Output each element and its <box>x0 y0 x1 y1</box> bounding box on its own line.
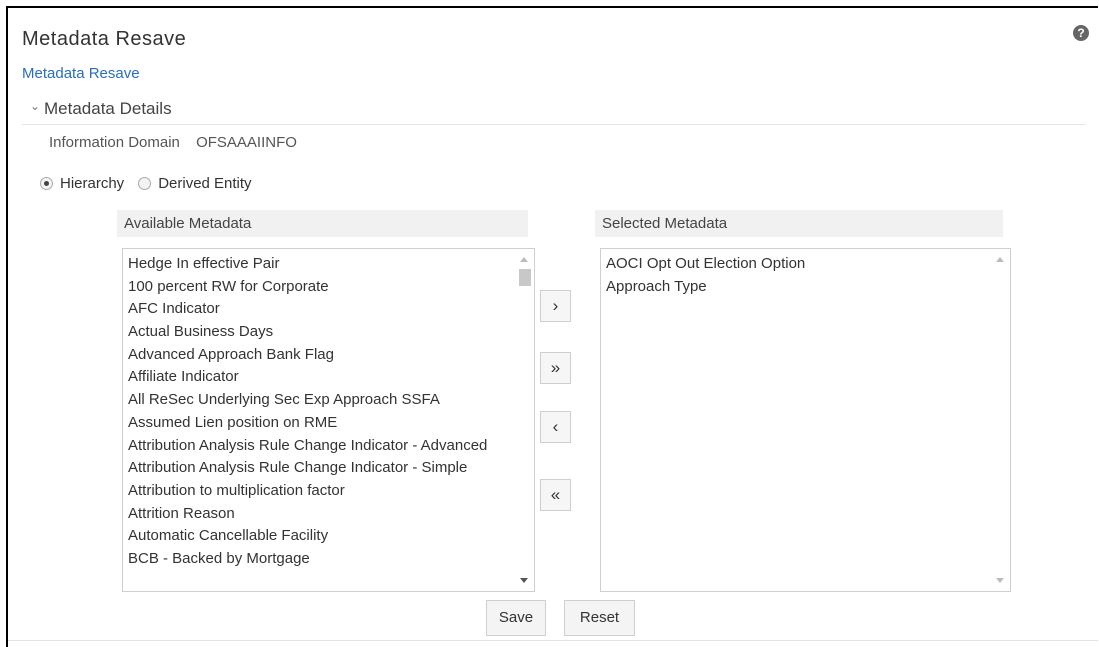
list-item[interactable]: AFC Indicator <box>128 298 512 321</box>
list-item[interactable]: Automatic Cancellable Facility <box>128 525 512 548</box>
move-left-button[interactable]: ‹ <box>540 411 571 443</box>
move-all-right-button[interactable]: » <box>540 352 571 384</box>
scroll-down-arrow-icon[interactable] <box>520 578 528 583</box>
list-item[interactable]: BCB - Backed by Mortgage <box>128 548 512 571</box>
radio-derived-entity-label[interactable]: Derived Entity <box>158 175 251 192</box>
help-icon[interactable]: ? <box>1073 25 1089 41</box>
list-item[interactable]: Attribution Analysis Rule Change Indicat… <box>128 457 512 480</box>
list-item[interactable]: Attribution Analysis Rule Change Indicat… <box>128 435 512 458</box>
available-metadata-header: Available Metadata <box>117 210 528 237</box>
save-button[interactable]: Save <box>486 600 546 636</box>
selected-metadata-list[interactable]: AOCI Opt Out Election Option Approach Typ… <box>600 248 1011 592</box>
section-title: Metadata Details <box>44 99 172 118</box>
information-domain-value: OFSAAAIINFO <box>196 134 297 151</box>
move-all-left-button[interactable]: « <box>540 479 571 511</box>
radio-hierarchy-label[interactable]: Hierarchy <box>60 175 124 192</box>
available-list-scrollbar[interactable] <box>516 249 534 591</box>
information-domain-row: Information Domain OFSAAAIINFO <box>49 134 297 151</box>
bottom-divider <box>8 640 1098 641</box>
available-metadata-list[interactable]: Hedge In effective Pair 100 percent RW fo… <box>122 248 535 592</box>
list-item[interactable]: Actual Business Days <box>128 321 512 344</box>
reset-button[interactable]: Reset <box>564 600 635 636</box>
radio-hierarchy[interactable] <box>40 177 53 190</box>
list-item[interactable]: Assumed Lien position on RME <box>128 412 512 435</box>
list-item[interactable]: Advanced Approach Bank Flag <box>128 344 512 367</box>
scroll-up-arrow-icon[interactable] <box>996 257 1004 262</box>
page-title: Metadata Resave <box>22 28 187 50</box>
scroll-up-arrow-icon[interactable] <box>520 257 528 262</box>
scroll-thumb[interactable] <box>519 269 531 286</box>
list-item[interactable]: Hedge In effective Pair <box>128 253 512 276</box>
divider <box>22 124 1086 125</box>
chevron-down-icon: ⌄ <box>30 99 41 113</box>
section-header-metadata-details[interactable]: ⌄ Metadata Details <box>30 99 172 119</box>
list-item[interactable]: All ReSec Underlying Sec Exp Approach SS… <box>128 389 512 412</box>
list-item[interactable]: Attrition Reason <box>128 503 512 526</box>
selected-list-scrollbar[interactable] <box>992 249 1010 591</box>
breadcrumb-link[interactable]: Metadata Resave <box>22 65 140 82</box>
selected-metadata-header: Selected Metadata <box>595 210 1003 237</box>
list-item[interactable]: AOCI Opt Out Election Option <box>606 253 988 276</box>
move-right-button[interactable]: › <box>540 290 571 322</box>
metadata-type-radio-group: Hierarchy Derived Entity <box>40 175 266 192</box>
selected-metadata-items: AOCI Opt Out Election Option Approach Typ… <box>606 253 988 298</box>
list-item[interactable]: Attribution to multiplication factor <box>128 480 512 503</box>
list-item[interactable]: 100 percent RW for Corporate <box>128 276 512 299</box>
available-metadata-items: Hedge In effective Pair 100 percent RW fo… <box>128 253 512 571</box>
information-domain-label: Information Domain <box>49 134 180 151</box>
list-item[interactable]: Affiliate Indicator <box>128 366 512 389</box>
list-item[interactable]: Approach Type <box>606 276 988 299</box>
radio-derived-entity[interactable] <box>138 177 152 190</box>
scroll-down-arrow-icon[interactable] <box>996 578 1004 583</box>
